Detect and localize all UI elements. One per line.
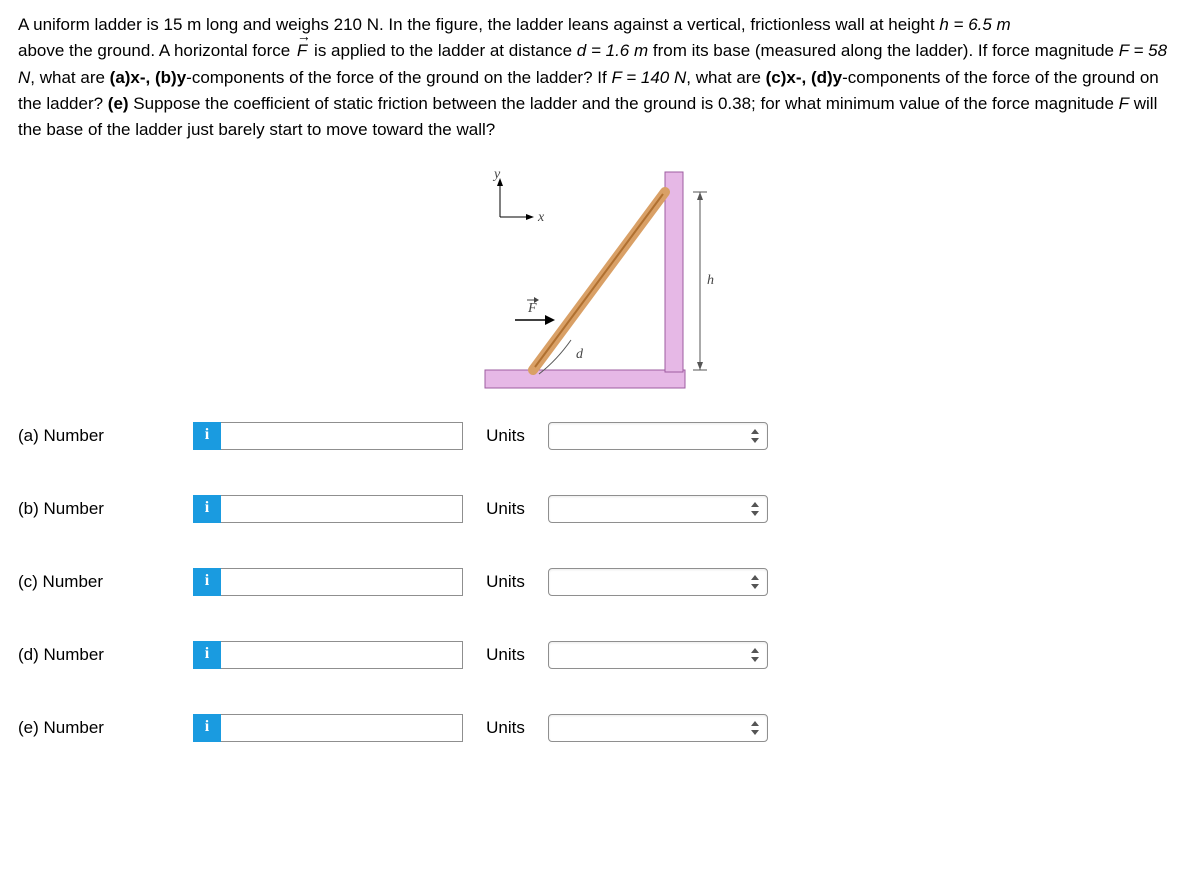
info-icon[interactable]: i [193,641,221,669]
fig-label-d: d [576,347,584,362]
units-label: Units [463,496,548,522]
parts-cd: (c)x-, (d)y [766,68,843,87]
row-label: (c) Number [18,569,193,595]
text: Suppose the coefficient of static fricti… [129,94,1119,113]
info-icon[interactable]: i [193,422,221,450]
problem-statement: A uniform ladder is 15 m long and weighs… [18,12,1178,144]
number-input-e[interactable] [221,714,463,742]
text: from its base (measured along the ladder… [648,41,1119,60]
answer-row-c: (c) Number i Units [18,568,838,596]
figure: d y x F h [18,162,1182,392]
text: -components of the force of the ground o… [186,68,611,87]
text: , what are [686,68,765,87]
units-select-e[interactable] [548,714,768,742]
var-F: F [1119,94,1129,113]
fig-label-F: F [527,301,537,316]
units-label: Units [463,642,548,668]
vector-F: F [295,38,309,64]
number-input-b[interactable] [221,495,463,523]
info-icon[interactable]: i [193,495,221,523]
number-input-c[interactable] [221,568,463,596]
units-select-b[interactable] [548,495,768,523]
number-input-a[interactable] [221,422,463,450]
fig-label-h: h [707,273,714,288]
part-e: (e) [108,94,129,113]
row-label: (a) Number [18,423,193,449]
answer-row-e: (e) Number i Units [18,714,838,742]
row-label: (b) Number [18,496,193,522]
number-input-wrap: i [193,714,463,742]
var-F2: F = 140 N [611,68,686,87]
var-d: d = 1.6 m [577,41,648,60]
units-select-c[interactable] [548,568,768,596]
units-label: Units [463,423,548,449]
var-h: h = 6.5 m [939,15,1010,34]
answer-row-b: (b) Number i Units [18,495,838,523]
answer-row-d: (d) Number i Units [18,641,838,669]
units-label: Units [463,569,548,595]
fig-label-y: y [492,167,501,182]
number-input-d[interactable] [221,641,463,669]
row-label: (e) Number [18,715,193,741]
fig-label-x: x [537,210,545,225]
number-input-wrap: i [193,641,463,669]
text: above the ground. A horizontal force [18,41,295,60]
units-select-d[interactable] [548,641,768,669]
text: , what are [30,68,109,87]
text: A uniform ladder is 15 m long and weighs… [18,15,939,34]
info-icon[interactable]: i [193,714,221,742]
row-label: (d) Number [18,642,193,668]
answer-grid: (a) Number i Units (b) Number i Units (c… [18,422,838,742]
parts-ab: (a)x-, (b)y [110,68,187,87]
answer-row-a: (a) Number i Units [18,422,838,450]
info-icon[interactable]: i [193,568,221,596]
number-input-wrap: i [193,568,463,596]
units-select-a[interactable] [548,422,768,450]
number-input-wrap: i [193,495,463,523]
text: is applied to the ladder at distance [314,41,577,60]
number-input-wrap: i [193,422,463,450]
units-label: Units [463,715,548,741]
